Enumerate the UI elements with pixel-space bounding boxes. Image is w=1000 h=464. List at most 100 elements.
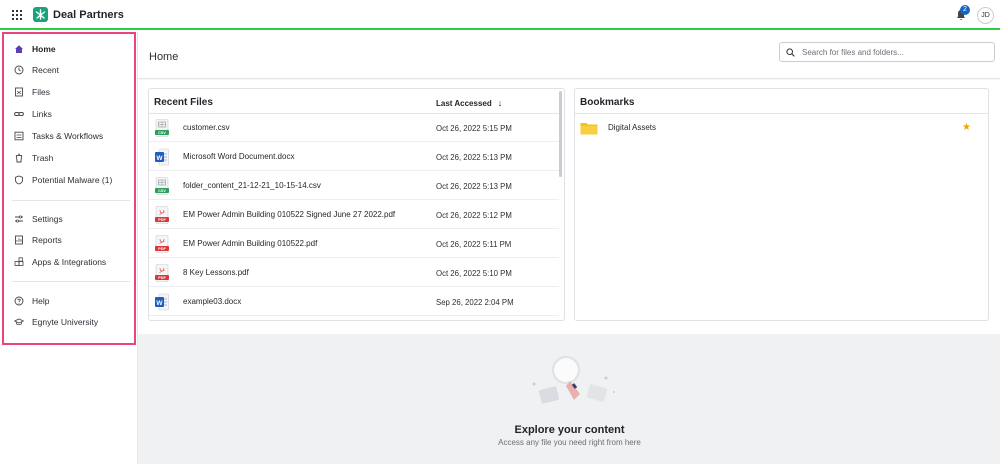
explore-subtitle: Access any file you need right from here <box>498 438 641 447</box>
table-row[interactable]: W Microsoft Word Document.docx Oct 26, 2… <box>149 143 559 171</box>
file-icon <box>14 87 24 97</box>
sidebar-item-label: Potential Malware (1) <box>32 175 113 185</box>
sidebar-item-label: Home <box>32 44 56 54</box>
sidebar-item-label: Reports <box>32 235 62 245</box>
explore-title: Explore your content <box>514 424 625 436</box>
sort-arrow-icon: ↓ <box>497 98 503 108</box>
sidebar-item-label: Tasks & Workflows <box>32 131 104 141</box>
csv-badge-label: CSV <box>158 131 166 135</box>
explore-illustration-icon <box>518 348 628 418</box>
sidebar-item-apps-integrations[interactable]: Apps & Integrations <box>14 254 106 270</box>
sidebar-item-recent[interactable]: Recent <box>14 62 59 78</box>
sidebar-item-links[interactable]: Links <box>14 106 52 122</box>
search-input[interactable] <box>802 47 992 57</box>
graduation-cap-icon <box>14 317 24 327</box>
pdf-file-icon: PDF <box>155 235 169 253</box>
recent-files-scrollbar[interactable] <box>559 91 562 177</box>
file-date: Oct 26, 2022 5:11 PM <box>436 240 512 249</box>
folder-icon <box>580 121 598 135</box>
file-name: EM Power Admin Building 010522 Signed Ju… <box>183 210 396 219</box>
avatar[interactable]: JD <box>977 7 994 24</box>
table-row[interactable]: PDF 8 Key Lessons.pdf Oct 26, 2022 5:10 … <box>149 259 559 287</box>
recent-files-title: Recent Files <box>154 97 213 108</box>
content-area: Recent Files Last Accessed ↓ CSV custome… <box>138 80 1000 334</box>
file-name: customer.csv <box>183 123 230 132</box>
sidebar-item-label: Links <box>32 109 52 119</box>
table-row[interactable]: W example03.docx Sep 26, 2022 2:04 PM <box>149 288 559 316</box>
bookmarks-panel: Bookmarks Digital Assets ★ <box>574 88 989 321</box>
bookmark-item[interactable]: Digital Assets ★ <box>575 118 988 138</box>
csv-file-icon: CSV <box>155 119 169 137</box>
search-icon <box>786 47 795 57</box>
apps-grid-icon[interactable] <box>12 10 22 20</box>
sidebar-item-tasks-workflows[interactable]: Tasks & Workflows <box>14 128 103 144</box>
star-icon[interactable]: ★ <box>962 122 971 133</box>
sidebar-item-label: Apps & Integrations <box>32 257 107 267</box>
home-icon <box>14 44 24 54</box>
main-area: Home Recent Files Last Accessed ↓ CSV cu… <box>137 32 1000 464</box>
apps-icon <box>14 257 24 267</box>
brand-logo-icon[interactable] <box>33 7 48 22</box>
file-date: Oct 26, 2022 5:13 PM <box>436 182 512 191</box>
sidebar-item-label: Settings <box>32 214 63 224</box>
file-name: folder_content_21-12-21_10-15-14.csv <box>183 181 321 190</box>
recent-files-panel: Recent Files Last Accessed ↓ CSV custome… <box>148 88 565 321</box>
bookmarks-title: Bookmarks <box>580 97 635 108</box>
tasks-icon <box>14 131 24 141</box>
trash-icon <box>14 153 24 163</box>
pdf-badge-label: PDF <box>158 247 166 251</box>
sidebar-item-egnyte-university[interactable]: Egnyte University <box>14 314 98 330</box>
sidebar-item-reports[interactable]: Reports <box>14 232 62 248</box>
clock-icon <box>14 65 24 75</box>
table-row[interactable]: PDF EM Power Admin Building 010522.pdf O… <box>149 230 559 258</box>
sidebar-item-files[interactable]: Files <box>14 84 50 100</box>
sidebar-divider <box>12 281 130 282</box>
word-badge-label: W <box>156 300 163 307</box>
csv-badge-label: CSV <box>158 189 166 193</box>
file-date: Oct 26, 2022 5:15 PM <box>436 124 512 133</box>
file-date: Oct 26, 2022 5:10 PM <box>436 269 512 278</box>
sidebar-item-label: Trash <box>32 153 54 163</box>
top-bar: Deal Partners 2 JD <box>0 0 1000 30</box>
sidebar-item-settings[interactable]: Settings <box>14 211 63 227</box>
sidebar-item-help[interactable]: Help <box>14 293 49 309</box>
help-icon <box>14 296 24 306</box>
table-row[interactable]: CSV folder_content_21-12-21_10-15-14.csv… <box>149 172 559 200</box>
explore-section: Explore your content Access any file you… <box>138 334 1000 464</box>
file-name: 8 Key Lessons.pdf <box>183 268 249 277</box>
pdf-badge-label: PDF <box>158 218 166 222</box>
sidebar-divider <box>12 200 130 201</box>
word-badge-label: W <box>156 155 163 162</box>
sidebar: Home Recent Files Links Tasks & Workflow… <box>2 32 136 345</box>
sidebar-item-label: Files <box>32 87 50 97</box>
last-accessed-header[interactable]: Last Accessed ↓ <box>436 98 502 108</box>
last-accessed-label: Last Accessed <box>436 98 492 108</box>
sidebar-item-trash[interactable]: Trash <box>14 150 53 166</box>
sidebar-item-potential-malware[interactable]: Potential Malware (1) <box>14 172 112 188</box>
app-name: Deal Partners <box>53 9 124 21</box>
sidebar-item-label: Recent <box>32 65 59 75</box>
word-file-icon: W <box>155 148 169 166</box>
pdf-badge-label: PDF <box>158 276 166 280</box>
page-title: Home <box>149 51 179 63</box>
csv-file-icon: CSV <box>155 177 169 195</box>
table-row[interactable]: CSV customer.csv Oct 26, 2022 5:15 PM <box>149 114 559 142</box>
sliders-icon <box>14 214 24 224</box>
file-date: Oct 26, 2022 5:13 PM <box>436 153 512 162</box>
report-icon <box>14 235 24 245</box>
pdf-file-icon: PDF <box>155 206 169 224</box>
file-name: Microsoft Word Document.docx <box>183 152 295 161</box>
sidebar-item-home[interactable]: Home <box>14 41 56 57</box>
header-divider <box>575 113 988 114</box>
search-box[interactable] <box>779 42 995 62</box>
shield-icon <box>14 175 24 185</box>
file-date: Oct 26, 2022 5:12 PM <box>436 211 512 220</box>
file-name: example03.docx <box>183 297 242 306</box>
sidebar-item-label: Help <box>32 296 50 306</box>
table-row[interactable]: PDF EM Power Admin Building 010522 Signe… <box>149 201 559 229</box>
word-file-icon: W <box>155 293 169 311</box>
file-date: Sep 26, 2022 2:04 PM <box>436 298 514 307</box>
bookmark-name: Digital Assets <box>608 123 657 132</box>
file-name: EM Power Admin Building 010522.pdf <box>183 239 318 248</box>
pdf-file-icon: PDF <box>155 264 169 282</box>
